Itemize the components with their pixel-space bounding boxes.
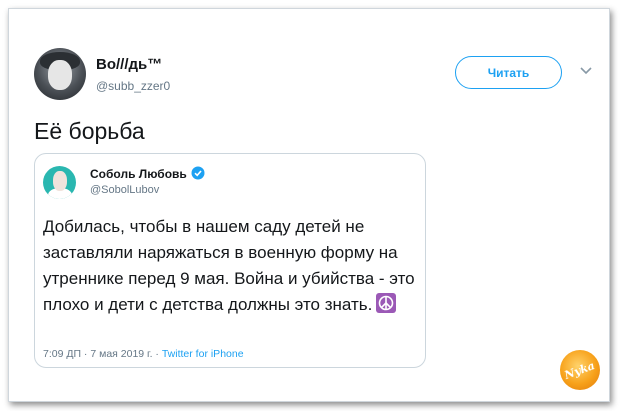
author-name[interactable]: Во///дь™ <box>96 56 162 73</box>
verified-badge-icon <box>191 166 205 180</box>
quoted-author-handle[interactable]: @SobolLubov <box>90 184 159 196</box>
follow-button[interactable]: Читать <box>455 56 562 89</box>
quoted-tweet[interactable]: Соболь Любовь @SobolLubov Добилась, чтоб… <box>34 153 426 368</box>
author-handle[interactable]: @subb_zzer0 <box>96 79 170 93</box>
quoted-tweet-text: Добилась, чтобы в нашем саду детей не за… <box>43 214 418 318</box>
peace-symbol-icon <box>376 293 397 313</box>
tweet-text: Её борьба <box>34 118 145 144</box>
quoted-author-avatar[interactable] <box>43 166 76 199</box>
watermark-text: Nyka <box>563 358 597 382</box>
quoted-tweet-time[interactable]: 7:09 ДП · 7 мая 2019 г. · <box>43 348 162 360</box>
author-avatar[interactable] <box>34 48 86 100</box>
watermark-logo: Nyka <box>560 350 600 390</box>
quoted-text-body: Добилась, чтобы в нашем саду детей не за… <box>43 217 415 314</box>
quoted-tweet-source[interactable]: Twitter for iPhone <box>162 348 244 360</box>
quoted-tweet-meta: 7:09 ДП · 7 мая 2019 г. · Twitter for iP… <box>43 348 244 360</box>
chevron-down-icon[interactable] <box>578 64 594 78</box>
quoted-author-name[interactable]: Соболь Любовь <box>90 167 187 181</box>
